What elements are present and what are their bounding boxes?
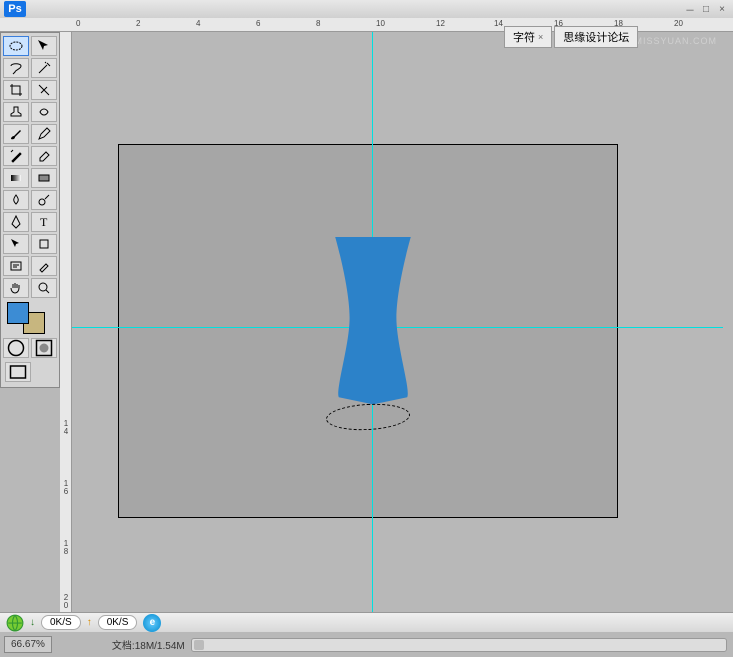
screen-mode-icon[interactable] bbox=[5, 362, 31, 382]
close-icon[interactable]: × bbox=[538, 32, 543, 42]
marquee-tool[interactable] bbox=[3, 36, 29, 56]
lasso-tool[interactable] bbox=[3, 58, 29, 78]
doc-size-label: 文档:18M/1.54M bbox=[112, 637, 185, 652]
eyedropper-tool[interactable] bbox=[31, 256, 57, 276]
tools-panel: T bbox=[0, 32, 60, 388]
minimize-button[interactable]: － bbox=[683, 3, 697, 15]
floating-tabs: 字符 × 思缘设计论坛 bbox=[504, 26, 638, 48]
hand-tool[interactable] bbox=[3, 278, 29, 298]
vase-shape bbox=[327, 237, 419, 417]
globe-icon[interactable] bbox=[6, 614, 24, 632]
path-select-tool[interactable] bbox=[3, 234, 29, 254]
eraser-tool[interactable] bbox=[31, 146, 57, 166]
ruler-tick: 12 bbox=[436, 19, 445, 28]
svg-text:T: T bbox=[40, 215, 48, 229]
scrollbar-horizontal[interactable] bbox=[191, 638, 727, 652]
bottom-bar: 66.67% 文档:18M/1.54M bbox=[0, 632, 733, 657]
ie-icon[interactable]: e bbox=[143, 614, 161, 632]
patch-tool[interactable] bbox=[31, 102, 57, 122]
shape-tool[interactable] bbox=[31, 234, 57, 254]
ruler-tick: 1 4 bbox=[61, 420, 71, 436]
move-tool[interactable] bbox=[31, 36, 57, 56]
ruler-tick: 6 bbox=[256, 19, 260, 28]
history-brush-tool[interactable] bbox=[3, 146, 29, 166]
arrow-down-icon: ↓ bbox=[30, 617, 35, 628]
ruler-tick: 20 bbox=[674, 19, 683, 28]
maximize-button[interactable]: □ bbox=[699, 3, 713, 15]
standard-mode-icon[interactable] bbox=[3, 338, 29, 358]
upload-speed: 0K/S bbox=[98, 615, 138, 630]
slice-tool[interactable] bbox=[31, 80, 57, 100]
foreground-color-swatch[interactable] bbox=[7, 302, 29, 324]
blur-tool[interactable] bbox=[3, 190, 29, 210]
zoom-tool[interactable] bbox=[31, 278, 57, 298]
app-logo: Ps bbox=[4, 1, 26, 17]
canvas-area[interactable] bbox=[72, 32, 723, 612]
ruler-tick: 1 8 bbox=[61, 540, 71, 556]
crop-tool[interactable] bbox=[3, 80, 29, 100]
pen-tool[interactable] bbox=[3, 212, 29, 232]
tab-label: 字符 bbox=[513, 29, 535, 45]
type-tool[interactable]: T bbox=[31, 212, 57, 232]
pencil-tool[interactable] bbox=[31, 124, 57, 144]
ruler-tick: 8 bbox=[316, 19, 320, 28]
tab-forum[interactable]: 思缘设计论坛 bbox=[554, 26, 638, 48]
download-speed: 0K/S bbox=[41, 615, 81, 630]
ruler-tick: 0 bbox=[76, 19, 80, 28]
ruler-tick: 4 bbox=[196, 19, 200, 28]
scrollbar-thumb[interactable] bbox=[194, 640, 204, 650]
dodge-tool[interactable] bbox=[31, 190, 57, 210]
wand-tool[interactable] bbox=[31, 58, 57, 78]
tab-label: 思缘设计论坛 bbox=[563, 29, 629, 45]
ruler-tick: 2 bbox=[136, 19, 140, 28]
tab-character[interactable]: 字符 × bbox=[504, 26, 552, 48]
status-bar: ↓ 0K/S ↑ 0K/S e bbox=[0, 612, 733, 632]
stamp-tool[interactable] bbox=[3, 102, 29, 122]
ruler-tick: 2 0 bbox=[61, 594, 71, 610]
quickmask-mode-icon[interactable] bbox=[31, 338, 57, 358]
arrow-up-icon: ↑ bbox=[87, 617, 92, 628]
brush-tool[interactable] bbox=[3, 124, 29, 144]
color-swatches bbox=[3, 300, 57, 338]
zoom-level[interactable]: 66.67% bbox=[4, 636, 52, 653]
title-bar: Ps － □ × bbox=[0, 0, 733, 18]
ruler-tick: 10 bbox=[376, 19, 385, 28]
notes-tool[interactable] bbox=[3, 256, 29, 276]
close-button[interactable]: × bbox=[715, 3, 729, 15]
window-controls: － □ × bbox=[683, 3, 729, 15]
ruler-tick: 14 bbox=[494, 19, 503, 28]
ruler-tick: 1 6 bbox=[61, 480, 71, 496]
ruler-vertical[interactable]: 1 4 1 6 1 8 2 0 bbox=[60, 32, 72, 612]
bucket-tool[interactable] bbox=[31, 168, 57, 188]
gradient-tool[interactable] bbox=[3, 168, 29, 188]
